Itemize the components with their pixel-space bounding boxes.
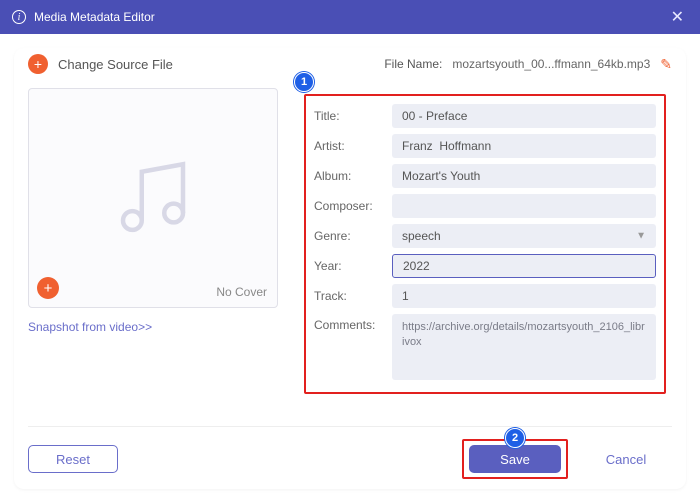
composer-label: Composer: bbox=[314, 199, 384, 213]
title-bar: i Media Metadata Editor ✕ bbox=[0, 0, 700, 34]
window-title: Media Metadata Editor bbox=[34, 10, 155, 24]
title-label: Title: bbox=[314, 109, 384, 123]
year-input[interactable] bbox=[392, 254, 656, 278]
album-label: Album: bbox=[314, 169, 384, 183]
year-label: Year: bbox=[314, 259, 384, 273]
artist-label: Artist: bbox=[314, 139, 384, 153]
fields-highlight-region: 1 Title: Artist: Album: Composer: bbox=[304, 94, 666, 394]
album-input[interactable] bbox=[392, 164, 656, 188]
artist-input[interactable] bbox=[392, 134, 656, 158]
music-note-icon bbox=[108, 153, 198, 243]
track-label: Track: bbox=[314, 289, 384, 303]
comments-label: Comments: bbox=[314, 314, 384, 332]
cover-art-box: + No Cover bbox=[28, 88, 278, 308]
callout-2: 2 bbox=[505, 428, 525, 448]
save-highlight-region: 2 Save bbox=[462, 439, 568, 479]
genre-label: Genre: bbox=[314, 229, 384, 243]
filename-value: mozartsyouth_00...ffmann_64kb.mp3 bbox=[452, 57, 650, 71]
change-source-label: Change Source File bbox=[58, 57, 173, 72]
filename-label: File Name: bbox=[384, 57, 442, 71]
cancel-button[interactable]: Cancel bbox=[580, 445, 672, 473]
info-icon: i bbox=[12, 10, 26, 24]
title-input[interactable] bbox=[392, 104, 656, 128]
reset-button[interactable]: Reset bbox=[28, 445, 118, 473]
footer: Reset 2 Save Cancel bbox=[28, 426, 672, 479]
close-icon[interactable]: ✕ bbox=[667, 7, 688, 27]
snapshot-link[interactable]: Snapshot from video>> bbox=[28, 320, 278, 334]
plus-icon: + bbox=[28, 54, 48, 74]
composer-input[interactable] bbox=[392, 194, 656, 218]
genre-select[interactable] bbox=[392, 224, 656, 248]
pencil-icon[interactable]: ✎ bbox=[660, 56, 672, 73]
callout-1: 1 bbox=[294, 72, 314, 92]
add-cover-button[interactable]: + bbox=[37, 277, 59, 299]
track-input[interactable] bbox=[392, 284, 656, 308]
save-button[interactable]: Save bbox=[469, 445, 561, 473]
change-source-button[interactable]: + Change Source File bbox=[28, 54, 173, 74]
comments-input[interactable] bbox=[392, 314, 656, 380]
no-cover-label: No Cover bbox=[216, 285, 267, 299]
